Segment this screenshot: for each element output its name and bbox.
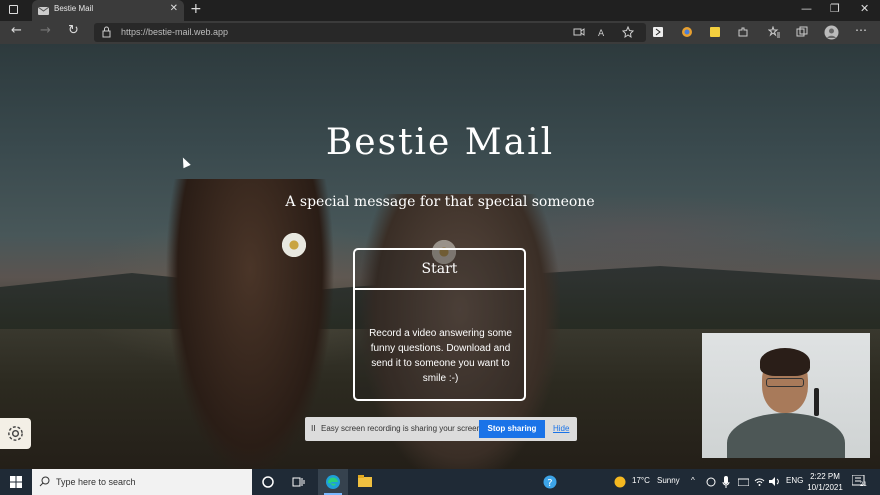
tab-actions-icon[interactable] [9, 5, 18, 14]
language-indicator[interactable]: ENG [786, 476, 803, 485]
new-tab-button[interactable]: + [190, 1, 202, 17]
start-card: Start Record a video answering some funn… [353, 248, 526, 401]
back-arrow-icon[interactable]: ← [11, 23, 22, 38]
address-bar[interactable]: https://bestie-mail.web.app [94, 23, 646, 42]
favorite-star-add-icon[interactable] [622, 26, 634, 38]
hide-sharing-link[interactable]: Hide [553, 424, 569, 433]
cortana-circle-icon[interactable] [262, 476, 274, 488]
extensions-puzzle-icon[interactable] [737, 26, 749, 38]
video-camera-icon[interactable] [573, 26, 585, 38]
read-aloud-icon[interactable]: A [598, 26, 610, 38]
sharing-message: Easy screen recording is sharing your sc… [321, 424, 484, 433]
svg-text:A: A [598, 29, 605, 38]
screen-sharing-bar: II Easy screen recording is sharing your… [305, 417, 577, 441]
file-explorer-icon[interactable] [358, 475, 372, 488]
volume-icon[interactable] [769, 477, 780, 486]
pause-icon: II [311, 424, 316, 433]
forward-arrow-icon[interactable]: → [40, 23, 51, 38]
svg-text:?: ? [547, 478, 552, 489]
favorites-icon[interactable] [768, 26, 780, 38]
weather-condition[interactable]: Sunny [657, 476, 680, 485]
show-hidden-icons-chevron-icon[interactable]: ^ [691, 476, 695, 485]
task-view-icon[interactable] [292, 476, 305, 488]
lock-icon [102, 26, 111, 38]
windows-start-icon[interactable] [10, 476, 22, 488]
more-menu-icon[interactable]: ⋯ [855, 23, 867, 37]
search-placeholder: Type here to search [56, 477, 136, 487]
camera-tray-icon[interactable] [738, 477, 749, 486]
webcam-person-body [727, 413, 845, 458]
daisy-flower-left [280, 231, 308, 259]
profile-avatar-icon[interactable] [824, 25, 839, 40]
weather-sun-icon [614, 476, 626, 488]
url-text: https://bestie-mail.web.app [121, 27, 229, 37]
clock-date: 10/1/2021 [807, 483, 843, 492]
webcam-overlay [702, 333, 870, 458]
headset-mic [814, 388, 819, 416]
notification-count: 21 [860, 482, 867, 488]
tab-close-icon[interactable]: ✕ [170, 3, 178, 14]
start-button[interactable]: Start [355, 250, 524, 290]
windows-taskbar: Type here to search ? 17°C Sunny ^ ENG 2… [0, 469, 880, 495]
help-icon[interactable]: ? [543, 475, 557, 489]
start-description: Record a video answering some funny ques… [369, 328, 512, 384]
extension-color-icon[interactable] [681, 26, 693, 38]
taskbar-clock[interactable]: 2:22 PM 10/1/2021 [805, 471, 845, 493]
close-window-button[interactable]: ✕ [860, 2, 869, 15]
collections-icon[interactable] [796, 26, 808, 38]
restore-button[interactable]: ❐ [830, 2, 840, 15]
settings-floating-button[interactable] [0, 418, 31, 449]
page-title: Bestie Mail [325, 122, 555, 163]
browser-title-bar: Bestie Mail ✕ + — ❐ ✕ [0, 0, 880, 21]
page-subtitle: A special message for that special someo… [285, 194, 595, 210]
mail-favicon-icon [38, 6, 49, 15]
refresh-icon[interactable]: ↻ [68, 23, 79, 38]
webcam-person-glasses [766, 378, 804, 387]
weather-temperature[interactable]: 17°C [632, 476, 650, 485]
search-icon [39, 476, 50, 487]
minimize-button[interactable]: — [801, 2, 812, 15]
clock-time: 2:22 PM [810, 472, 840, 481]
meet-now-icon[interactable] [706, 477, 716, 487]
microphone-icon[interactable] [722, 476, 730, 488]
webcam-person-hair [760, 348, 810, 376]
browser-tab[interactable]: Bestie Mail ✕ [32, 0, 184, 21]
edge-browser-icon [326, 475, 340, 489]
tab-title: Bestie Mail [54, 4, 94, 13]
extension-dark-icon[interactable] [652, 26, 664, 38]
taskbar-search-box[interactable]: Type here to search [32, 469, 252, 495]
gear-icon [8, 426, 23, 441]
wifi-icon[interactable] [754, 477, 765, 486]
stop-sharing-button[interactable]: Stop sharing [479, 420, 545, 438]
extension-note-icon[interactable] [709, 26, 721, 38]
taskbar-edge-button[interactable] [318, 469, 348, 495]
